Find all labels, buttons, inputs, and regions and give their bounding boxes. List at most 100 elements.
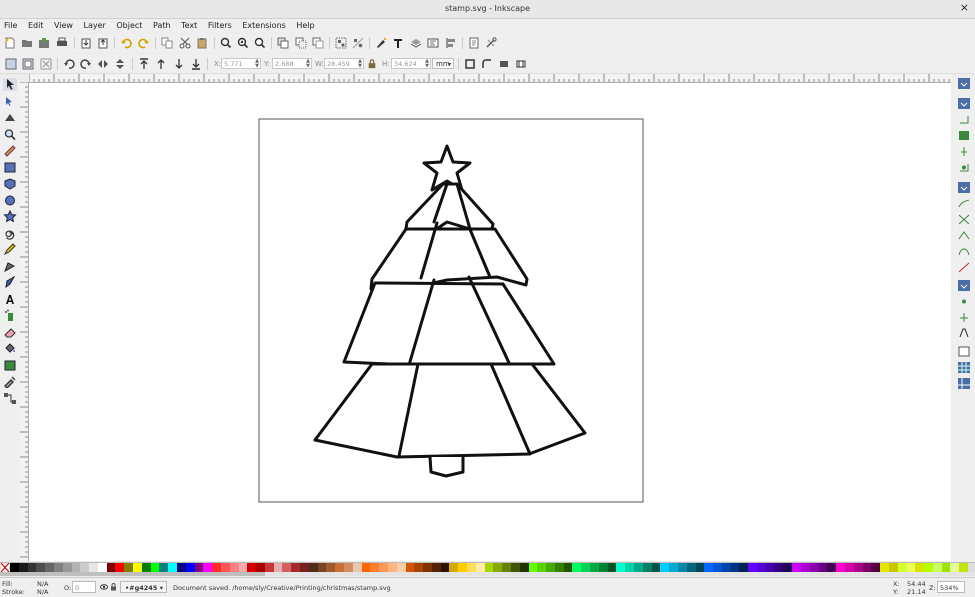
group-icon[interactable] [335,37,347,49]
selector-tool-icon[interactable] [3,78,17,91]
rectangle-tool-icon[interactable] [3,161,17,174]
snap-bbox-center-icon[interactable] [958,162,970,173]
preferences-icon[interactable] [485,37,497,49]
menu-view[interactable]: View [50,19,77,32]
opacity-field[interactable]: 0 [72,581,96,593]
new-document-icon[interactable] [4,37,16,49]
vertical-ruler[interactable] [20,82,29,561]
tweak-tool-icon[interactable] [3,111,17,124]
menu-edit[interactable]: Edit [24,19,48,32]
flip-horizontal-icon[interactable] [97,58,109,70]
spin-arrows-icon[interactable]: ▲ ▼ [306,59,310,69]
snap-intersections-icon[interactable] [958,214,970,225]
zoom-selection-icon[interactable] [220,37,232,49]
undo-icon[interactable] [120,37,132,49]
snap-enable-icon[interactable] [958,78,970,89]
lower-icon[interactable] [173,58,185,70]
snap-line-midpoints-icon[interactable] [958,262,970,273]
import-icon[interactable] [80,37,92,49]
3d-box-tool-icon[interactable] [3,177,17,190]
snap-bbox-corner-icon[interactable] [958,130,970,141]
y-field[interactable]: 2.688 ▲ ▼ [272,58,312,69]
snap-nodes-icon[interactable] [958,182,970,193]
snap-bbox-icon[interactable] [958,98,970,109]
scale-corners-icon[interactable] [481,58,493,70]
unit-select[interactable]: mm ▾ [432,58,454,69]
save-icon[interactable] [38,37,50,49]
menu-path[interactable]: Path [149,19,175,32]
h-field[interactable]: 34.624 ▲ ▼ [391,58,431,69]
raise-icon[interactable] [155,58,167,70]
spiral-tool-icon[interactable] [3,227,17,240]
snap-bbox-edge-icon[interactable] [958,114,970,125]
canvas-svg[interactable] [29,83,951,561]
eraser-tool-icon[interactable] [3,326,17,339]
scale-stroke-icon[interactable] [464,58,476,70]
calligraphy-tool-icon[interactable] [3,276,17,289]
menu-object[interactable]: Object [112,19,146,32]
snap-paths-icon[interactable] [958,198,970,209]
connector-tool-icon[interactable] [3,392,17,405]
spin-arrows-icon[interactable]: ▲ ▼ [425,59,429,69]
cut-icon[interactable] [179,37,191,49]
stroke-value[interactable]: N/A [37,588,49,596]
zoom-page-icon[interactable] [254,37,266,49]
snap-text-baseline-icon[interactable] [958,328,970,339]
eye-icon[interactable] [100,583,108,591]
flip-vertical-icon[interactable] [114,58,126,70]
palette-swatch[interactable] [959,563,969,572]
snap-guides-icon[interactable] [958,378,970,389]
select-all-layers-icon[interactable] [22,58,34,70]
export-icon[interactable] [97,37,109,49]
layers-icon[interactable] [410,37,422,49]
move-gradients-icon[interactable] [498,58,510,70]
snap-cusp-nodes-icon[interactable] [958,230,970,241]
rotate-ccw-icon[interactable] [63,58,75,70]
zoom-drawing-icon[interactable] [237,37,249,49]
spin-arrows-icon[interactable]: ▲ ▼ [358,59,362,69]
move-patterns-icon[interactable] [515,58,527,70]
snap-page-border-icon[interactable] [958,346,970,357]
lock-icon[interactable] [110,583,117,591]
deselect-icon[interactable] [40,58,52,70]
close-icon[interactable]: × [960,2,969,14]
paint-bucket-tool-icon[interactable] [3,342,17,355]
zoom-field[interactable]: 534% [937,581,965,593]
ellipse-tool-icon[interactable] [3,194,17,207]
xml-editor-icon[interactable] [427,37,439,49]
copy-icon[interactable] [161,37,173,49]
pen-tool-icon[interactable] [3,260,17,273]
menu-layer[interactable]: Layer [80,19,110,32]
unlink-clone-icon[interactable] [312,37,324,49]
lower-to-bottom-icon[interactable] [190,58,202,70]
x-field[interactable]: 5.771 ▲ ▼ [221,58,261,69]
scrollbar-thumb[interactable] [0,572,265,576]
rotate-cw-icon[interactable] [80,58,92,70]
w-field[interactable]: 28.459 ▲ ▼ [324,58,364,69]
print-icon[interactable] [56,37,68,49]
menu-filters[interactable]: Filters [204,19,236,32]
measure-tool-icon[interactable] [3,144,17,157]
gradient-tool-icon[interactable] [3,359,17,372]
snap-grid-icon[interactable] [958,362,970,373]
text-tool-icon[interactable] [3,293,17,306]
no-paint-icon[interactable] [1,563,9,572]
paste-icon[interactable] [196,37,208,49]
snap-rotation-center-icon[interactable] [958,312,970,323]
fill-stroke-icon[interactable] [375,37,387,49]
snap-bbox-midpoint-icon[interactable] [958,146,970,157]
align-distribute-icon[interactable] [445,37,457,49]
snap-others-icon[interactable] [958,280,970,291]
snap-centers-icon[interactable] [958,296,970,307]
lock-icon[interactable] [367,59,377,69]
text-font-icon[interactable] [392,37,404,49]
pencil-tool-icon[interactable] [3,243,17,256]
ungroup-icon[interactable] [352,37,364,49]
clone-icon[interactable] [295,37,307,49]
spin-arrows-icon[interactable]: ▲ ▼ [255,59,259,69]
drawing-canvas[interactable] [29,83,951,561]
duplicate-icon[interactable] [277,37,289,49]
menu-help[interactable]: Help [292,19,318,32]
horizontal-ruler[interactable] [29,74,951,83]
node-tool-icon[interactable] [3,95,17,108]
